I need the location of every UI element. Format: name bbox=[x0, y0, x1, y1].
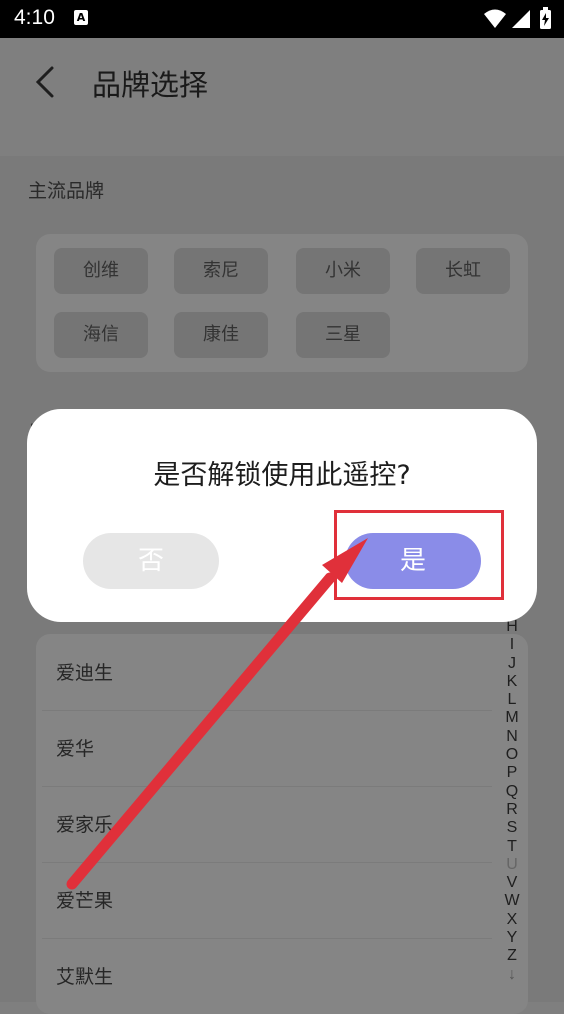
battery-icon bbox=[540, 7, 551, 29]
list-item[interactable]: 艾默生 bbox=[42, 938, 492, 1014]
no-button[interactable]: 否 bbox=[83, 533, 219, 589]
brand-name: 爱华 bbox=[56, 738, 95, 760]
index-letter[interactable]: S bbox=[504, 819, 520, 837]
brand-name: 艾默生 bbox=[56, 966, 114, 988]
brand-name: 爱迪生 bbox=[56, 662, 114, 684]
index-arrow[interactable]: ↓ bbox=[504, 966, 520, 984]
notification-icon: A bbox=[74, 10, 88, 25]
index-letter[interactable]: R bbox=[504, 801, 520, 819]
brand-chip[interactable]: 康佳 bbox=[174, 312, 268, 358]
list-item[interactable]: 爱家乐 bbox=[42, 786, 492, 863]
index-letter[interactable]: M bbox=[504, 709, 520, 727]
brand-chip[interactable]: 三星 bbox=[296, 312, 390, 358]
index-letter[interactable]: Q bbox=[504, 783, 520, 801]
brand-name: 爱芒果 bbox=[56, 890, 114, 912]
index-letter[interactable]: U bbox=[504, 856, 520, 874]
top-bar: 品牌选择 bbox=[0, 38, 564, 156]
index-letter[interactable]: X bbox=[504, 911, 520, 929]
status-time: 4:10 bbox=[14, 6, 55, 29]
index-letter[interactable]: P bbox=[504, 764, 520, 782]
index-letter[interactable]: W bbox=[504, 892, 520, 910]
brand-chip[interactable]: 索尼 bbox=[174, 248, 268, 294]
index-letter[interactable]: K bbox=[504, 673, 520, 691]
brand-chip[interactable]: 海信 bbox=[54, 312, 148, 358]
status-bar: 4:10 A bbox=[0, 0, 564, 38]
index-letter[interactable]: T bbox=[504, 838, 520, 856]
index-letter[interactable]: V bbox=[504, 874, 520, 892]
wifi-icon bbox=[484, 9, 506, 28]
dialog-message: 是否解锁使用此遥控? bbox=[153, 460, 411, 491]
index-letter[interactable]: J bbox=[504, 655, 520, 673]
annotation-highlight-box bbox=[334, 510, 504, 600]
brand-chip[interactable]: 创维 bbox=[54, 248, 148, 294]
list-item[interactable]: 爱芒果 bbox=[42, 862, 492, 939]
brand-name: 爱家乐 bbox=[56, 814, 114, 836]
index-letter[interactable]: Z bbox=[504, 947, 520, 965]
signal-icon bbox=[512, 10, 530, 28]
index-letter[interactable]: N bbox=[504, 728, 520, 746]
index-letter[interactable]: L bbox=[504, 691, 520, 709]
status-icons bbox=[482, 7, 554, 35]
page-title: 品牌选择 bbox=[92, 68, 209, 102]
mainstream-brand-grid: 创维 索尼 小米 长虹 海信 康佳 三星 bbox=[36, 234, 528, 372]
back-arrow-icon[interactable] bbox=[32, 64, 62, 100]
brand-chip[interactable]: 小米 bbox=[296, 248, 390, 294]
alphabet-index-bar[interactable]: H I J K L M N O P Q R S T U V W X Y Z ↓ bbox=[504, 618, 520, 984]
list-item[interactable]: 爱华 bbox=[42, 710, 492, 787]
mainstream-section-title: 主流品牌 bbox=[28, 180, 105, 202]
brand-list: 爱迪生 爱华 爱家乐 爱芒果 艾默生 bbox=[36, 634, 528, 1014]
index-letter[interactable]: O bbox=[504, 746, 520, 764]
index-letter[interactable]: I bbox=[504, 636, 520, 654]
brand-chip[interactable]: 长虹 bbox=[416, 248, 510, 294]
list-item[interactable]: 爱迪生 bbox=[42, 634, 492, 711]
index-letter[interactable]: Y bbox=[504, 929, 520, 947]
